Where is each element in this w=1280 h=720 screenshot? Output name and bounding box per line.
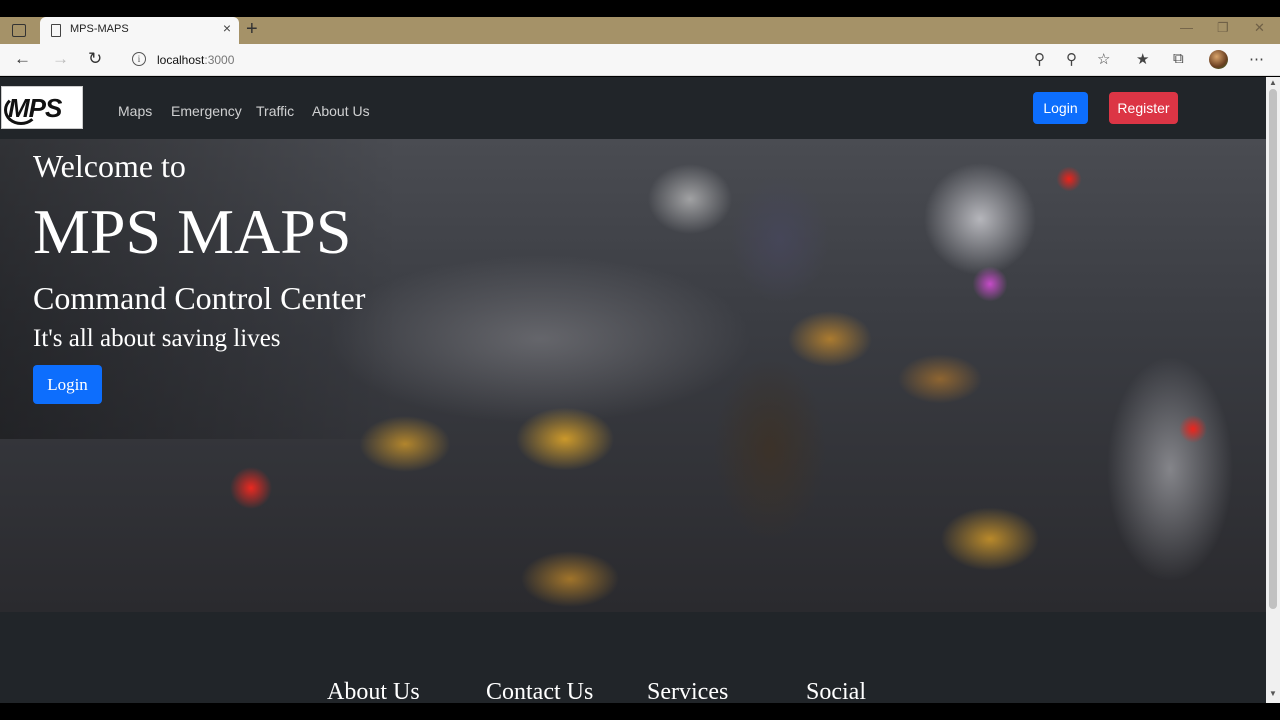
tab-close-icon[interactable]: × [223,20,231,36]
minimize-icon[interactable]: — [1180,20,1193,35]
nav-link-traffic[interactable]: Traffic [256,103,294,119]
new-tab-icon[interactable]: + [246,18,258,41]
nav-register-button[interactable]: Register [1109,92,1178,124]
browser-tab[interactable]: MPS-MAPS × [40,17,239,44]
tab-title: MPS-MAPS [70,23,129,35]
nav-link-about-us[interactable]: About Us [312,103,370,119]
address-bar[interactable]: i localhost:3000 [122,47,1022,73]
hero-login-button[interactable]: Login [33,365,102,404]
location-icon[interactable]: ⚲ [1034,50,1045,68]
scroll-thumb[interactable] [1269,89,1277,609]
profile-avatar[interactable] [1209,50,1228,69]
url-text[interactable]: localhost:3000 [157,53,234,67]
footer-about-us[interactable]: About Us [327,679,420,703]
maximize-icon[interactable]: ❐ [1217,20,1229,36]
hero-banner: Welcome to MPS MAPS Command Control Cent… [0,139,1266,612]
refresh-icon[interactable]: ↻ [88,49,102,69]
favorites-icon[interactable]: ★ [1136,50,1149,68]
favorite-add-icon[interactable]: ☆ [1097,50,1110,68]
footer-services[interactable]: Services [647,679,728,703]
hero-tagline: It's all about saving lives [33,325,281,352]
scroll-down-icon[interactable]: ▼ [1269,689,1277,698]
info-icon[interactable]: i [132,52,146,66]
back-icon[interactable]: ← [14,49,31,69]
logo-text: MPS [8,93,62,123]
hero-welcome: Welcome to [33,148,186,184]
page-viewport: MPS Maps Emergency Traffic About Us Logi… [0,77,1266,703]
logo[interactable]: MPS [1,86,83,129]
nav-link-maps[interactable]: Maps [118,103,152,119]
more-icon[interactable]: ⋯ [1249,50,1264,68]
doc-icon [51,24,61,37]
screen-top-border [0,0,1280,17]
scroll-up-icon[interactable]: ▲ [1269,78,1277,87]
forward-icon[interactable]: → [52,49,69,69]
page-scrollbar[interactable]: ▲ ▼ [1266,77,1280,703]
browser-tab-bar: MPS-MAPS × + — ❐ ✕ [0,17,1280,44]
hero-subtitle: Command Control Center [33,280,366,316]
hero-title: MPS MAPS [33,196,352,267]
screen-bottom-border [0,703,1280,720]
close-window-icon[interactable]: ✕ [1254,20,1265,36]
collections-icon[interactable]: ⧉ [1173,50,1184,67]
footer: About Us Contact Us Services Social [0,612,1266,703]
nav-login-button[interactable]: Login [1033,92,1088,124]
nav-link-emergency[interactable]: Emergency [171,103,242,119]
footer-contact-us[interactable]: Contact Us [486,679,593,703]
key-icon[interactable]: ⚲ [1066,50,1077,68]
sidebar-icon[interactable] [12,24,26,37]
footer-social[interactable]: Social [806,679,866,703]
browser-toolbar: ← → ↻ i localhost:3000 ⚲ ⚲ ☆ ★ ⧉ ⋯ [0,44,1280,76]
site-navbar: MPS Maps Emergency Traffic About Us Logi… [0,77,1266,139]
